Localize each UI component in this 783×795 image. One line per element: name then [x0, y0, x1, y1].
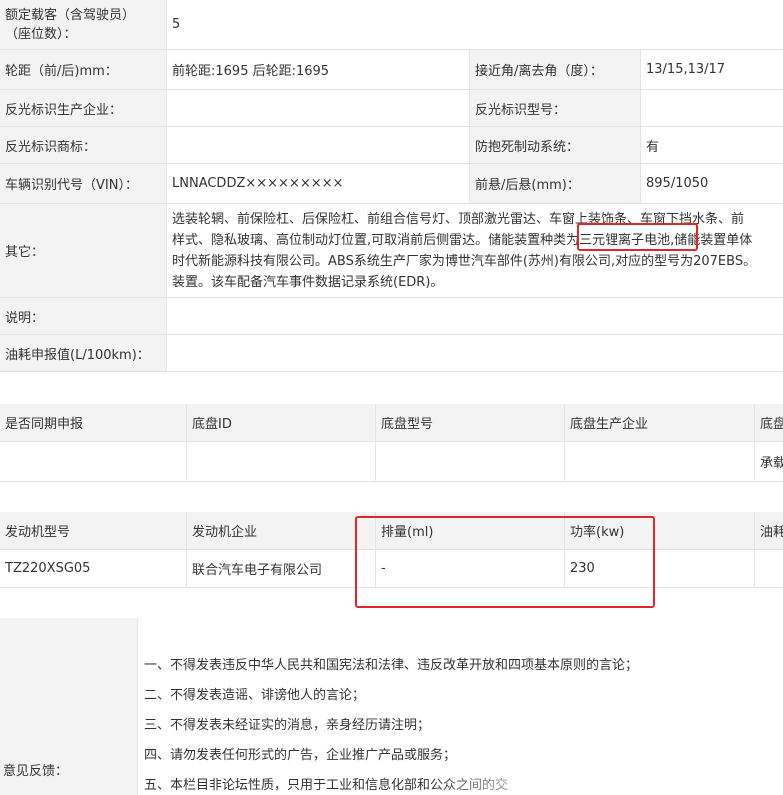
value-notes — [167, 298, 783, 335]
label-seats: 额定载客（含驾驶员） （座位数）： — [0, 0, 167, 50]
value-vin: LNNACDDZ××××××××× — [167, 164, 470, 204]
header-chassis-extra: 底盘 — [755, 404, 783, 442]
header-fuel: 油耗 — [755, 512, 783, 550]
fuel-cell — [755, 550, 783, 588]
header-engine-manufacturer: 发动机企业 — [187, 512, 376, 550]
header-engine-model: 发动机型号 — [0, 512, 187, 550]
label-abs-system: 防抱死制动系统： — [470, 127, 641, 164]
value-seats: 5 — [167, 0, 783, 50]
chassis-cell — [187, 442, 376, 482]
value-overhang: 895/1050 — [641, 164, 783, 204]
label-vin: 车辆识别代号（VIN）： — [0, 164, 167, 204]
chassis-cell: 承载 — [755, 442, 783, 482]
header-same-period: 是否同期申报 — [0, 404, 187, 442]
notice-item: 四、请勿发表任何形式的广告，企业推广产品或服务； — [144, 748, 457, 763]
chassis-cell — [376, 442, 565, 482]
notice-item: 一、不得发表违反中华人民共和国宪法和法律、违反改革开放和四项基本原则的言论； — [144, 658, 639, 673]
value-reflector-trademark — [167, 127, 470, 164]
value-approach-departure-angle: 13/15,13/17 — [641, 50, 783, 90]
other-line: 装置。该车配备汽车事件数据记录系统(EDR)。 — [172, 275, 444, 290]
other-line: 时代新能源科技有限公司。ABS系统生产厂家为博世汽车部件(苏州)有限公司,对应的… — [172, 254, 757, 269]
header-chassis-model: 底盘型号 — [376, 404, 565, 442]
notice-item: 二、不得发表造谣、诽谤他人的言论； — [144, 688, 366, 703]
value-track: 前轮距:1695 后轮距:1695 — [167, 50, 470, 90]
label-track: 轮距（前/后)mm： — [0, 50, 167, 90]
value-other: 选装轮辋、前保险杠、后保险杠、前组合信号灯、顶部激光雷达、车窗上装饰条、车窗下挡… — [167, 204, 783, 298]
label-fuel-consumption: 油耗申报值(L/100km)： — [0, 335, 167, 372]
value-fuel-consumption — [167, 335, 783, 372]
annotation-highlight-battery — [577, 223, 698, 251]
engine-manufacturer-cell: 联合汽车电子有限公司 — [187, 550, 376, 588]
chassis-cell — [565, 442, 755, 482]
value-abs-system: 有 — [641, 127, 783, 164]
header-chassis-manufacturer: 底盘生产企业 — [565, 404, 755, 442]
label-reflector-manufacturer: 反光标识生产企业： — [0, 90, 167, 127]
value-reflector-model — [641, 90, 783, 127]
text-fade-overlay — [430, 768, 783, 795]
engine-model-cell: TZ220XSG05 — [0, 550, 187, 588]
label-approach-departure-angle: 接近角/离去角（度）： — [470, 50, 641, 90]
feedback-label: 意见反馈： — [3, 764, 69, 779]
feedback-label-cell: 意见反馈： — [0, 618, 138, 795]
value-reflector-manufacturer — [167, 90, 470, 127]
label-notes: 说明： — [0, 298, 167, 335]
label-overhang: 前悬/后悬(mm)： — [470, 164, 641, 204]
label-reflector-model: 反光标识型号： — [470, 90, 641, 127]
label-other: 其它： — [0, 204, 167, 298]
annotation-highlight-engine — [355, 516, 655, 608]
chassis-cell — [0, 442, 187, 482]
notice-item: 三、不得发表未经证实的消息，亲身经历请注明； — [144, 718, 431, 733]
header-chassis-id: 底盘ID — [187, 404, 376, 442]
label-reflector-trademark: 反光标识商标： — [0, 127, 167, 164]
